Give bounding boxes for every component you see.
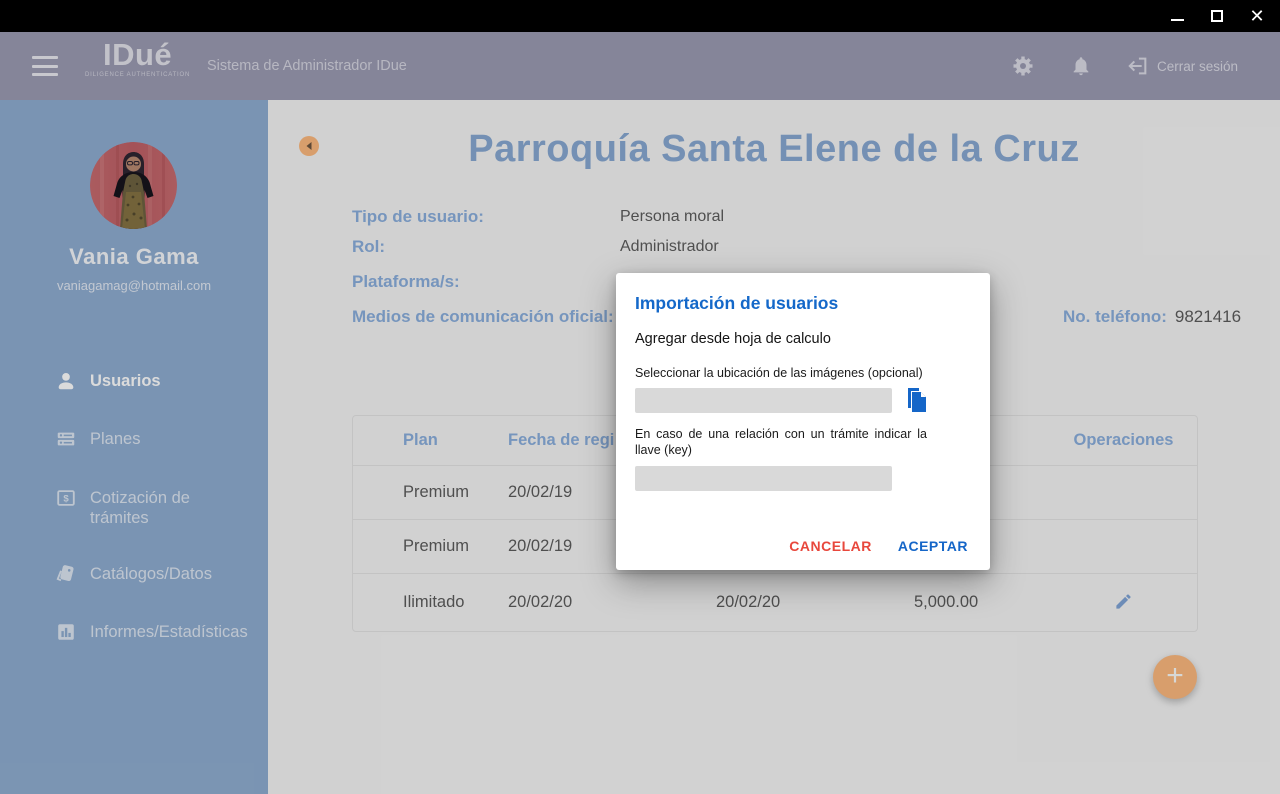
cancel-button[interactable]: CANCELAR [789,538,872,554]
window-close-button[interactable]: ✕ [1244,3,1270,29]
os-titlebar: ✕ [0,0,1280,32]
browse-file-button[interactable] [903,387,929,413]
accept-button[interactable]: ACEPTAR [898,538,968,554]
modal-subtitle: Agregar desde hoja de calculo [635,331,968,347]
close-icon: ✕ [1249,7,1264,25]
app-window: ✕ IDué DILIGENCE AUTHENTICATION Sistema … [0,0,1280,794]
minimize-icon [1171,19,1184,21]
file-copy-icon [904,387,928,413]
images-location-input[interactable] [635,388,892,413]
tramite-key-label: En caso de una relación con un trámite i… [635,426,927,459]
window-maximize-button[interactable] [1204,3,1230,29]
images-location-label: Seleccionar la ubicación de las imágenes… [635,366,968,380]
maximize-icon [1211,10,1223,22]
modal-title: Importación de usuarios [635,293,968,314]
import-users-modal: Importación de usuarios Agregar desde ho… [616,273,990,570]
tramite-key-input[interactable] [635,466,892,491]
window-minimize-button[interactable] [1164,3,1190,29]
